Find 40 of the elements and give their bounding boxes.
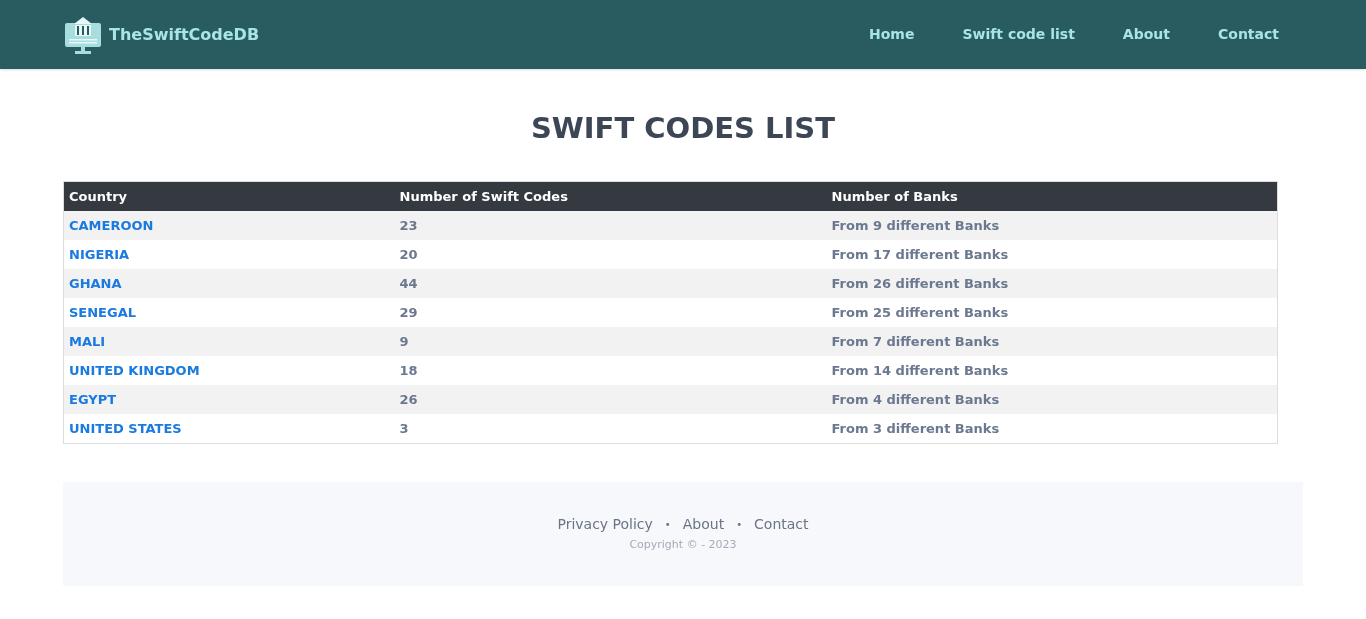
code-count-cell: 29 xyxy=(399,304,418,320)
country-link[interactable]: UNITED KINGDOM xyxy=(69,362,200,378)
column-header: Number of Banks xyxy=(826,181,1278,211)
country-link[interactable]: MALI xyxy=(69,333,106,349)
nav-link[interactable]: About xyxy=(1122,24,1170,45)
bank-count-cell: From 3 different Banks xyxy=(831,420,1000,436)
country-link[interactable]: SENEGAL xyxy=(69,304,137,320)
country-link[interactable]: UNITED STATES xyxy=(69,420,182,436)
code-count-cell: 9 xyxy=(399,333,409,349)
nav-link[interactable]: Swift code list xyxy=(962,24,1075,45)
column-header: Country xyxy=(63,181,395,211)
country-link[interactable]: GHANA xyxy=(69,275,122,291)
bank-count-cell: From 26 different Banks xyxy=(831,275,1009,291)
code-count-cell: 26 xyxy=(399,391,418,407)
bank-count-cell: From 17 different Banks xyxy=(831,246,1009,262)
code-count-cell: 18 xyxy=(399,362,418,378)
footer-link[interactable]: About xyxy=(682,513,725,535)
code-count-cell: 20 xyxy=(399,246,418,262)
page-title: SWIFT CODES LIST xyxy=(529,110,837,147)
bank-count-cell: From 25 different Banks xyxy=(831,304,1009,320)
bank-monitor-logo-icon xyxy=(63,14,103,55)
code-count-cell: 44 xyxy=(399,275,418,291)
bank-count-cell: From 14 different Banks xyxy=(831,362,1009,378)
footer-link[interactable]: Privacy Policy xyxy=(557,513,653,535)
country-link[interactable]: NIGERIA xyxy=(69,246,130,262)
nav-link[interactable]: Home xyxy=(869,24,915,45)
country-link[interactable]: EGYPT xyxy=(69,391,117,407)
separator-dot: • xyxy=(664,517,671,532)
country-link[interactable]: CAMEROON xyxy=(69,217,154,233)
copyright-text: Copyright © - 2023 xyxy=(629,536,737,553)
code-count-cell: 23 xyxy=(399,217,418,233)
code-count-cell: 3 xyxy=(399,420,409,436)
bank-count-cell: From 7 different Banks xyxy=(831,333,1000,349)
separator-dot: • xyxy=(736,517,743,532)
bank-count-cell: From 4 different Banks xyxy=(831,391,1000,407)
nav-link[interactable]: Contact xyxy=(1218,24,1279,45)
footer-link[interactable]: Contact xyxy=(754,513,809,535)
site-logo-text[interactable]: TheSwiftCodeDB xyxy=(109,22,260,47)
bank-count-cell: From 9 different Banks xyxy=(831,217,1000,233)
column-header: Number of Swift Codes xyxy=(394,181,827,211)
